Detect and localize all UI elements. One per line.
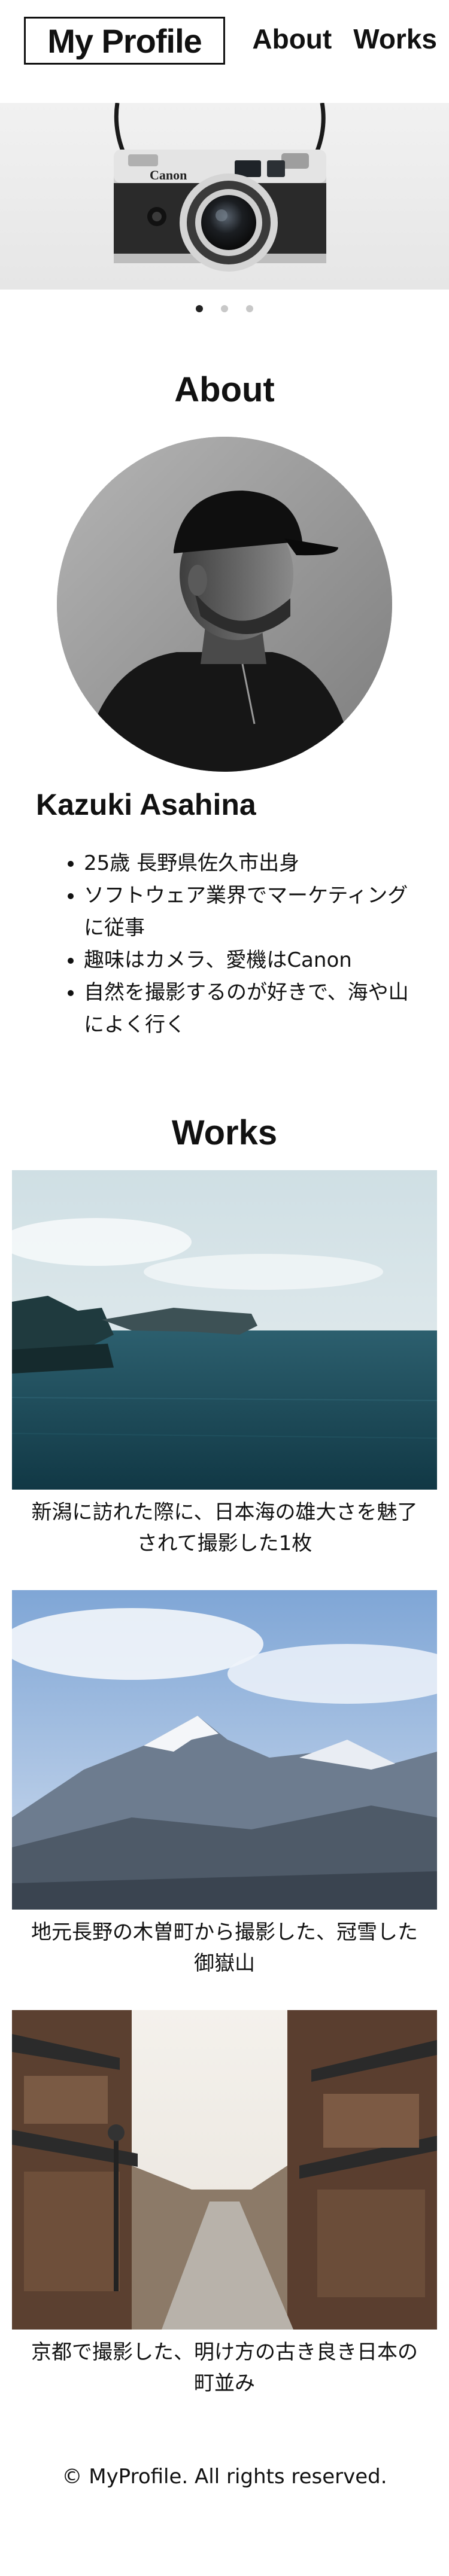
work-card: 新潟に訪れた際に、日本海の雄大さを魅了されて撮影した1枚: [12, 1170, 437, 1590]
bio-item: 趣味はカメラ、愛機はCanon: [84, 944, 413, 976]
bio-item: 自然を撮影するのが好きで、海や山によく行く: [84, 976, 413, 1041]
carousel-dot-3[interactable]: [246, 305, 253, 312]
carousel-dot-1[interactable]: [196, 305, 203, 312]
copyright-text: © MyProfile. All rights reserved.: [62, 2465, 387, 2489]
camera-brand-text: Canon: [150, 168, 187, 182]
site-logo[interactable]: My Profile: [24, 17, 225, 65]
works-section: Works 新潟に訪れた際に、日本海の雄大さを魅了されて撮影した1枚 地元長野の…: [0, 1113, 449, 2430]
work-image-mountain[interactable]: [12, 1590, 437, 1910]
about-section: About Kazuki Asahina • 25歳 長野県佐久市出身 • ソフ…: [0, 328, 449, 1041]
work-image-kyoto[interactable]: [12, 2010, 437, 2330]
works-title: Works: [171, 1113, 278, 1152]
site-header: My Profile About Works: [0, 0, 449, 103]
carousel-dot-2[interactable]: [221, 305, 228, 312]
work-caption: 新潟に訪れた際に、日本海の雄大さを魅了されて撮影した1枚: [31, 1500, 418, 1555]
profile-avatar: [57, 437, 392, 772]
nav-link-about[interactable]: About: [252, 23, 332, 55]
bio-item: 25歳 長野県佐久市出身: [84, 847, 413, 879]
work-card: 京都で撮影した、明け方の古き良き日本の町並み: [12, 2010, 437, 2430]
work-caption: 地元長野の木曽町から撮影した、冠雪した御嶽山: [31, 1920, 418, 1975]
work-image-sea[interactable]: [12, 1170, 437, 1490]
bio-list: 25歳 長野県佐久市出身 ソフトウェア業界でマーケティングに従事 趣味はカメラ、…: [0, 847, 449, 1041]
hero-carousel: Canon: [0, 103, 449, 290]
work-caption: 京都で撮影した、明け方の古き良き日本の町並み: [31, 2340, 418, 2395]
main-nav: About Works: [252, 23, 437, 55]
hero-camera-image: Canon: [0, 103, 449, 290]
bio-item: ソフトウェア業界でマーケティングに従事: [84, 879, 413, 944]
profile-name: Kazuki Asahina: [36, 788, 256, 821]
work-card: 地元長野の木曽町から撮影した、冠雪した御嶽山: [12, 1590, 437, 2010]
nav-link-works[interactable]: Works: [353, 23, 437, 55]
carousel-dots: [0, 290, 449, 328]
site-footer: © MyProfile. All rights reserved.: [0, 2430, 449, 2489]
about-title: About: [174, 370, 275, 409]
